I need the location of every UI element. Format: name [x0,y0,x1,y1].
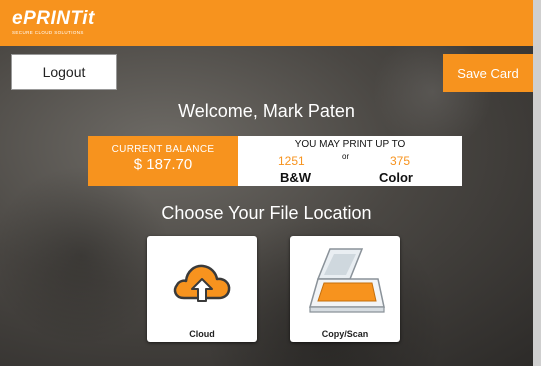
color-label: Color [379,170,413,185]
print-capacity: YOU MAY PRINT UP TO or 1251 375 B&W Colo… [238,136,462,186]
bw-label: B&W [280,170,312,185]
balance-panel: CURRENT BALANCE $ 187.70 YOU MAY PRINT U… [88,136,462,186]
balance-value: $ 187.70 [133,156,193,173]
logout-button[interactable]: Logout [11,54,117,90]
header-bar: ePRINTit SECURE CLOUD SOLUTIONS [0,0,533,46]
kiosk-screen: ePRINTit SECURE CLOUD SOLUTIONS Logout S… [0,0,541,366]
cloud-option-button[interactable]: Cloud [147,236,257,342]
logo-wordmark: ePRINTit [12,8,95,29]
bw-page-count: 1251 [278,154,305,168]
copy-scan-option-button[interactable]: Copy/Scan [290,236,400,342]
print-up-to-label: YOU MAY PRINT UP TO [294,139,406,150]
right-border [533,0,541,366]
current-balance: CURRENT BALANCE $ 187.70 [88,136,238,186]
balance-label: CURRENT BALANCE [111,144,215,155]
or-label: or [342,152,350,161]
copy-scan-option-label: Copy/Scan [321,329,369,339]
scanner-icon [290,244,400,322]
color-page-count: 375 [390,154,411,168]
save-card-button[interactable]: Save Card [443,54,533,92]
cloud-option-label: Cloud [189,329,215,339]
cloud-upload-icon [147,244,257,322]
logo-tagline: SECURE CLOUD SOLUTIONS [12,30,84,35]
eprintit-logo: ePRINTit SECURE CLOUD SOLUTIONS [12,8,95,36]
choose-file-location-title: Choose Your File Location [161,203,372,223]
welcome-message: Welcome, Mark Paten [178,101,355,121]
